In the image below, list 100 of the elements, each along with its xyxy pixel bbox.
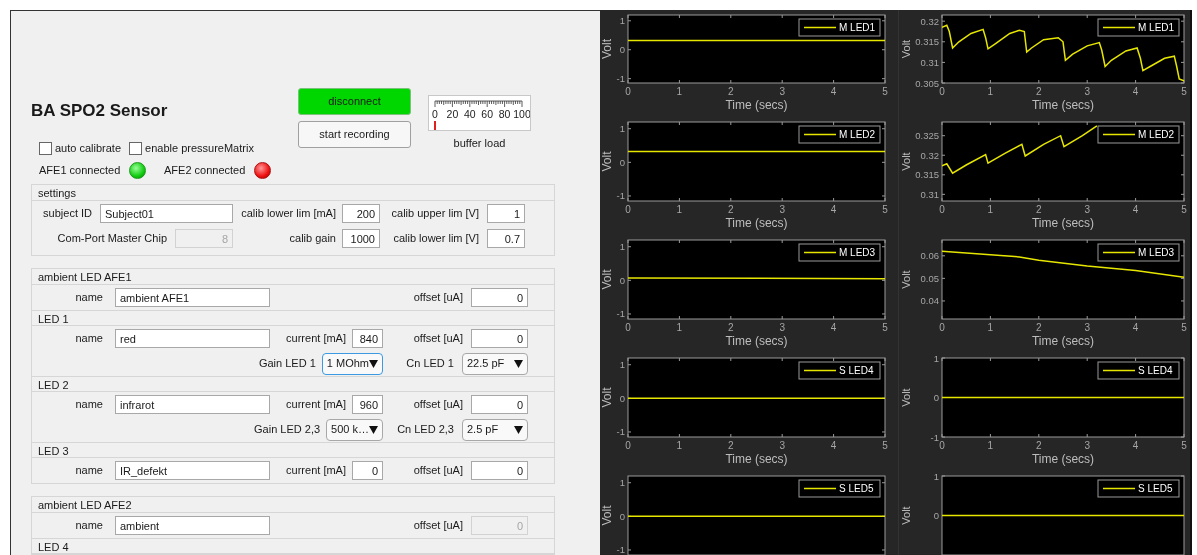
number-field[interactable]: 1 [487,204,525,223]
legend-label: M LED2 [839,129,876,140]
axis-label: Time (secs) [725,98,788,112]
field-label: calib lower lim [mA] [241,206,336,222]
axis-tick-label: 0.315 [915,36,939,48]
legend-label: S LED4 [1138,365,1173,376]
legend-line [1102,251,1136,254]
axis-tick-label: 4 [1132,204,1139,215]
checkbox-label: auto calibrate [55,141,122,156]
field-label: current [mA] [286,397,346,413]
section-heading: ambient LED AFE1 [32,269,554,285]
number-field[interactable]: 0.7 [487,229,525,248]
number-field[interactable]: 0 [352,461,383,480]
legend-line [803,26,837,29]
text-field[interactable]: Subject01 [100,204,233,223]
legend-label: M LED3 [1138,247,1175,258]
axis-label: Time (secs) [1031,98,1095,112]
axis-tick-label: 5 [1181,322,1187,333]
field-label: Gain LED 1 [258,356,316,372]
dropdown[interactable]: 500 k… [326,418,383,441]
axis-tick-label: 1 [676,204,683,215]
field-label: offset [uA] [413,331,463,347]
legend-line [1102,487,1136,490]
number-field[interactable]: 0 [471,461,528,480]
axis-tick-label: 0.32 [920,15,939,27]
field-label: Cn LED 1 [406,356,454,372]
axis-tick-label: 1 [933,354,939,364]
axis-tick-label: 0.32 [920,149,939,161]
gauge-tick-label: 20 [446,108,459,120]
dropdown[interactable]: 2.5 pF [462,418,528,441]
axis-label: Time (secs) [725,334,788,348]
legend-line [803,487,837,490]
axis-tick-label: 0 [939,322,945,333]
axis-tick-label: 4 [830,204,837,215]
legend-line [803,251,837,254]
checkbox[interactable] [39,141,52,155]
axis-label: Time (secs) [1031,452,1095,466]
axis-tick-label: 4 [830,440,837,451]
dropdown[interactable]: 22.5 pF [462,352,528,375]
number-field[interactable]: 0 [471,395,528,414]
axis-tick-label: 4 [1132,86,1139,97]
checkbox[interactable] [129,141,143,155]
text-field[interactable]: ambient [115,516,270,535]
gauge-tick-label: 40 [463,108,476,120]
axis-tick-label: 0 [625,86,631,97]
axis-tick-label: 4 [830,322,837,333]
axis-tick-label: -1 [616,426,625,438]
axis-label: Volt [600,269,614,290]
axis-tick-label: 0 [619,274,625,286]
field-label: current [mA] [286,463,346,479]
axis-tick-label: 1 [933,472,939,482]
field-label: name [75,290,103,306]
text-field[interactable]: infrarot [115,395,270,414]
number-field[interactable]: 1000 [342,229,380,248]
field-label: Com-Port Master Chip [57,231,167,247]
axis-label: Volt [900,388,912,407]
legend-line [803,369,837,372]
caret-icon [514,425,523,434]
dropdown[interactable]: 1 MOhm [321,352,383,375]
axis-tick-label: 0.04 [920,295,939,307]
axis-tick-label: 1 [987,322,994,333]
axis-tick-label: 0 [625,322,631,333]
legend-label: S LED5 [839,483,874,494]
legend-line [803,133,837,136]
section-heading: LED 2 [32,376,554,392]
section-heading: settings [32,185,554,201]
axis-tick-label: 0 [619,44,625,56]
axis-tick-label: 2 [1036,440,1042,451]
status-label: AFE1 connected [39,162,122,178]
text-field[interactable]: ambient AFE1 [115,288,270,307]
field-label: current [mA] [286,331,346,347]
axis-tick-label: -1 [930,431,939,443]
caret-icon [369,359,378,368]
text-field[interactable]: red [115,329,270,348]
axis-label: Volt [600,39,614,59]
axis-tick-label: -1 [616,544,625,555]
axis-tick-label: 2 [1036,322,1042,333]
action-button[interactable]: disconnect [298,88,411,115]
number-field[interactable]: 0 [471,288,528,307]
axis-tick-label: 2 [1036,204,1042,215]
axis-tick-label: -1 [616,190,625,202]
field-label: offset [uA] [413,290,463,306]
number-field[interactable]: 960 [352,395,383,414]
field-label: name [75,518,103,534]
axis-label: Volt [600,151,614,172]
axis-tick-label: 5 [882,440,888,451]
section-heading: ambient LED AFE2 [32,497,554,513]
legend-label: S LED5 [1138,483,1173,494]
status-label: AFE2 connected [164,162,247,178]
field-label: Cn LED 2,3 [397,422,454,438]
axis-tick-label: 3 [779,322,785,333]
number-field[interactable]: 200 [342,204,380,223]
number-field[interactable]: 0 [471,329,528,348]
field-label: offset [uA] [413,397,463,413]
number-field[interactable]: 840 [352,329,383,348]
text-field[interactable]: IR_defekt [115,461,270,480]
axis-tick-label: -1 [616,73,625,85]
axis-tick-label: 5 [882,86,888,97]
axis-tick-label: 1 [619,241,625,253]
action-button[interactable]: start recording [298,121,411,148]
